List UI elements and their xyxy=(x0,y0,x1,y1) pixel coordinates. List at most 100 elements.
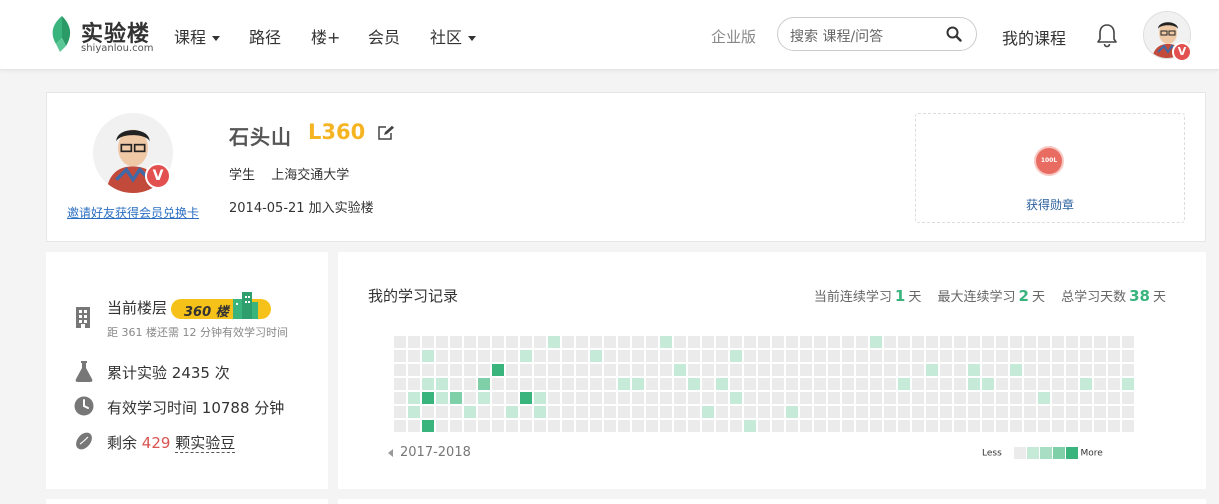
heatmap-day-cell xyxy=(1108,392,1120,404)
heatmap-day-cell xyxy=(716,378,728,390)
heatmap-day-cell xyxy=(870,364,882,376)
heatmap-day-cell xyxy=(660,378,672,390)
heatmap-day-cell xyxy=(478,420,490,432)
heatmap-day-cell xyxy=(814,406,826,418)
green-building-icon xyxy=(233,291,259,319)
nav-courses[interactable]: 课程 xyxy=(174,24,221,48)
user-level: L360 xyxy=(308,120,366,144)
heatmap-day-cell xyxy=(982,350,994,362)
nav-lou-plus[interactable]: 楼+ xyxy=(311,24,340,48)
search-placeholder: 搜索 课程/问答 xyxy=(790,29,884,45)
floor-progress-hint: 距 361 楼还需 12 分钟有效学习时间 xyxy=(107,326,288,339)
heatmap-day-cell xyxy=(1024,406,1036,418)
heatmap-day-cell xyxy=(422,406,434,418)
heatmap-day-cell xyxy=(1024,350,1036,362)
heatmap-day-cell xyxy=(422,420,434,432)
heatmap-day-cell xyxy=(1122,350,1134,362)
heatmap-day-cell xyxy=(1038,364,1050,376)
nav-courses-label: 课程 xyxy=(174,28,207,47)
heatmap-day-cell xyxy=(1066,364,1078,376)
heatmap-day-cell xyxy=(856,336,868,348)
heatmap-day-cell xyxy=(562,378,574,390)
nav-paths[interactable]: 路径 xyxy=(249,24,281,48)
my-courses-link[interactable]: 我的课程 xyxy=(1002,25,1066,49)
heatmap-day-cell xyxy=(548,392,560,404)
max-streak-label: 最大连续学习 xyxy=(937,290,1016,305)
enterprise-link[interactable]: 企业版 xyxy=(711,26,756,47)
heatmap-day-cell xyxy=(1108,350,1120,362)
heatmap-day-cell xyxy=(394,378,406,390)
heatmap-day-cell xyxy=(842,336,854,348)
heatmap-day-cell xyxy=(772,364,784,376)
beans-value: 429 xyxy=(141,434,171,452)
heatmap-day-cell xyxy=(660,350,672,362)
heatmap-day-cell xyxy=(576,336,588,348)
heatmap-day-cell xyxy=(842,392,854,404)
invite-friends-link[interactable]: 邀请好友获得会员兑换卡 xyxy=(67,204,199,221)
heatmap-day-cell xyxy=(436,336,448,348)
heatmap-day-cell xyxy=(828,364,840,376)
heatmap-day-cell xyxy=(464,420,476,432)
heatmap-day-cell xyxy=(1010,392,1022,404)
heatmap-day-cell xyxy=(1052,364,1064,376)
year-selector[interactable]: 2017-2018 xyxy=(388,445,471,460)
current-streak-label: 当前连续学习 xyxy=(813,290,892,305)
heatmap-day-cell xyxy=(1066,406,1078,418)
heatmap-day-cell xyxy=(842,350,854,362)
heatmap-day-cell xyxy=(660,364,672,376)
legend-swatch xyxy=(1013,447,1026,459)
legend-less: Less xyxy=(982,448,1002,459)
experiments-label: 累计实验 xyxy=(107,364,168,382)
heatmap-day-cell xyxy=(1094,420,1106,432)
heatmap-day-cell xyxy=(744,406,756,418)
heatmap-day-cell xyxy=(772,406,784,418)
heatmap-day-cell xyxy=(730,406,742,418)
heatmap-day-cell xyxy=(590,350,602,362)
heatmap-day-cell xyxy=(996,406,1008,418)
heatmap-day-cell xyxy=(898,392,910,404)
search-input[interactable]: 搜索 课程/问答 xyxy=(777,17,977,51)
heatmap-day-cell xyxy=(968,392,980,404)
heatmap-day-cell xyxy=(688,378,700,390)
building-icon xyxy=(76,307,90,328)
legend-swatch xyxy=(1065,447,1078,459)
heatmap-day-cell xyxy=(1010,350,1022,362)
heatmap-day-cell xyxy=(604,336,616,348)
heatmap-day-cell xyxy=(758,378,770,390)
beans-unit-link[interactable]: 颗实验豆 xyxy=(175,434,236,453)
heatmap-day-cell xyxy=(450,406,462,418)
heatmap-day-cell xyxy=(1108,420,1120,432)
heatmap-day-cell xyxy=(688,336,700,348)
medals-label[interactable]: 获得勋章 xyxy=(916,196,1184,213)
search-icon[interactable] xyxy=(946,26,962,42)
heatmap-day-cell xyxy=(688,350,700,362)
heatmap-day-cell xyxy=(1122,392,1134,404)
heatmap-day-cell xyxy=(1094,392,1106,404)
heatmap-day-cell xyxy=(968,336,980,348)
heatmap-day-cell xyxy=(1094,406,1106,418)
heatmap-day-cell xyxy=(408,364,420,376)
medals-box[interactable]: 100L 获得勋章 xyxy=(915,113,1185,223)
heatmap-day-cell xyxy=(1108,364,1120,376)
heatmap-day-cell xyxy=(758,392,770,404)
heatmap-day-cell xyxy=(968,406,980,418)
bell-icon[interactable] xyxy=(1095,22,1119,48)
heatmap-day-cell xyxy=(618,336,630,348)
heatmap-day-cell xyxy=(506,364,518,376)
nav-community[interactable]: 社区 xyxy=(430,24,477,48)
chevron-down-icon xyxy=(468,36,477,41)
heatmap-day-cell xyxy=(800,406,812,418)
heatmap-day-cell xyxy=(940,378,952,390)
heatmap-day-cell xyxy=(1094,378,1106,390)
study-time-unit: 分钟 xyxy=(254,399,285,417)
edit-icon[interactable] xyxy=(377,125,395,141)
heatmap-day-cell xyxy=(772,392,784,404)
chevron-down-icon xyxy=(212,36,221,41)
heatmap-day-cell xyxy=(506,406,518,418)
heatmap-day-cell xyxy=(674,350,686,362)
site-logo[interactable]: 实验楼 shiyanlou.com xyxy=(48,14,158,56)
heatmap-day-cell xyxy=(842,378,854,390)
heatmap-day-cell xyxy=(926,406,938,418)
nav-membership[interactable]: 会员 xyxy=(368,24,400,48)
heatmap-day-cell xyxy=(1066,378,1078,390)
